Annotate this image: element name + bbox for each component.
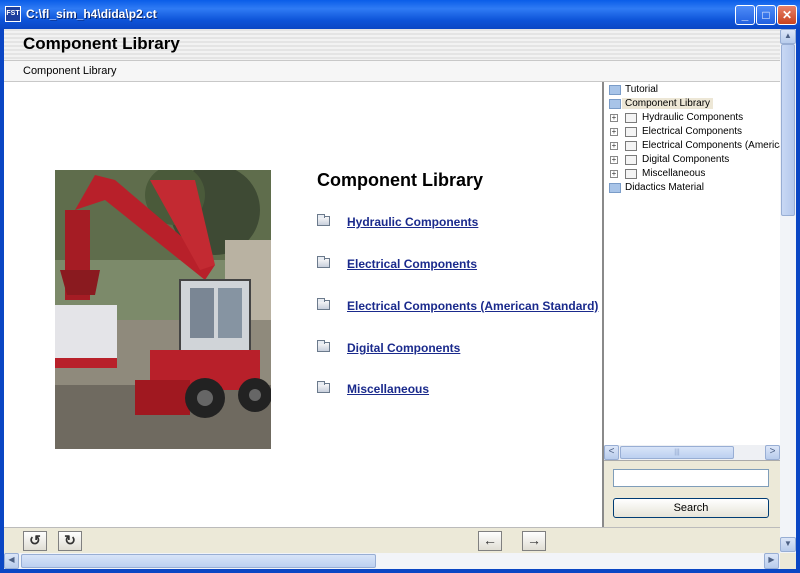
folder-icon	[317, 340, 330, 352]
maximize-button[interactable]: □	[756, 5, 776, 25]
tree-item-label: Component Library	[622, 98, 714, 109]
app-icon: FST	[5, 6, 21, 22]
window-frame-right	[796, 29, 800, 573]
link-label[interactable]: Hydraulic Components	[347, 215, 478, 229]
scroll-left-button[interactable]: ◀	[4, 553, 19, 569]
tree-item-label: Digital Components	[642, 154, 730, 165]
page-title: Component Library	[23, 34, 180, 53]
vertical-scrollbar[interactable]: ▲ ▼	[780, 29, 796, 553]
tree-item-label: Electrical Components (American	[642, 140, 780, 151]
main-content: Component Library Hydraulic Components E…	[4, 82, 602, 527]
expand-icon[interactable]: +	[610, 128, 618, 136]
expand-icon[interactable]: +	[610, 142, 618, 150]
reload-button[interactable]: ↺	[23, 531, 47, 551]
tree-view[interactable]: Tutorial Component Library + Hydraulic C…	[604, 82, 780, 444]
refresh-button[interactable]: ↻	[58, 531, 82, 551]
tree-item-label: Tutorial	[625, 84, 658, 95]
expand-icon[interactable]: +	[610, 170, 618, 178]
scroll-up-button[interactable]: ▲	[780, 29, 796, 44]
folder-icon	[625, 127, 637, 137]
horizontal-scrollbar[interactable]: ◀ ▶	[4, 553, 780, 569]
scroll-right-button[interactable]: >	[765, 445, 780, 460]
scroll-thumb[interactable]	[21, 554, 376, 568]
tree-item-label: Electrical Components	[642, 126, 743, 137]
tree-item-label: Miscellaneous	[642, 168, 706, 179]
search-input[interactable]	[613, 469, 769, 487]
search-area: Search	[604, 460, 780, 528]
folder-icon	[625, 169, 637, 179]
window-frame-bottom	[0, 569, 800, 573]
link-label[interactable]: Electrical Components	[347, 257, 477, 271]
excavator-photo	[55, 170, 271, 449]
content-title: Component Library	[317, 170, 484, 190]
search-button[interactable]: Search	[613, 498, 769, 518]
window-title: C:\fl_sim_h4\dida\p2.ct	[26, 7, 157, 21]
folder-icon	[609, 99, 621, 109]
scroll-thumb[interactable]	[781, 44, 795, 216]
window-titlebar[interactable]: FST C:\fl_sim_h4\dida\p2.ct _ □ ✕	[0, 0, 800, 29]
scroll-down-button[interactable]: ▼	[780, 537, 796, 552]
excavator-image	[55, 170, 271, 449]
folder-icon	[317, 256, 330, 268]
link-label[interactable]: Miscellaneous	[347, 382, 429, 396]
navigation-toolbar: ↺ ↻ ← →	[4, 527, 780, 554]
folder-icon	[625, 141, 637, 151]
expand-icon[interactable]: +	[610, 114, 618, 122]
folder-icon	[317, 381, 330, 393]
tree-horizontal-scrollbar[interactable]: < ||| >	[604, 445, 780, 460]
folder-icon	[609, 183, 621, 193]
link-label[interactable]: Digital Components	[347, 341, 460, 355]
scroll-thumb[interactable]: |||	[620, 446, 734, 459]
breadcrumb-item[interactable]: Component Library	[23, 65, 117, 77]
folder-icon	[317, 298, 330, 310]
scroll-left-button[interactable]: <	[604, 445, 619, 460]
page-header: Component Library	[4, 29, 780, 61]
breadcrumb: Component Library	[4, 61, 780, 82]
folder-icon	[317, 214, 330, 226]
tree-item-label: Hydraulic Components	[642, 112, 744, 123]
navigation-panel: Tutorial Component Library + Hydraulic C…	[602, 82, 780, 528]
scroll-right-button[interactable]: ▶	[764, 553, 779, 569]
forward-button[interactable]: →	[522, 531, 546, 551]
folder-icon	[625, 155, 637, 165]
link-label[interactable]: Electrical Components (American Standard…	[347, 299, 598, 313]
close-button[interactable]: ✕	[777, 5, 797, 25]
back-button[interactable]: ←	[478, 531, 502, 551]
expand-icon[interactable]: +	[610, 156, 618, 164]
minimize-button[interactable]: _	[735, 5, 755, 25]
resize-grip[interactable]	[780, 553, 796, 569]
folder-icon	[625, 113, 637, 123]
tree-item-label: Didactics Material	[625, 182, 704, 193]
folder-icon	[609, 85, 621, 95]
